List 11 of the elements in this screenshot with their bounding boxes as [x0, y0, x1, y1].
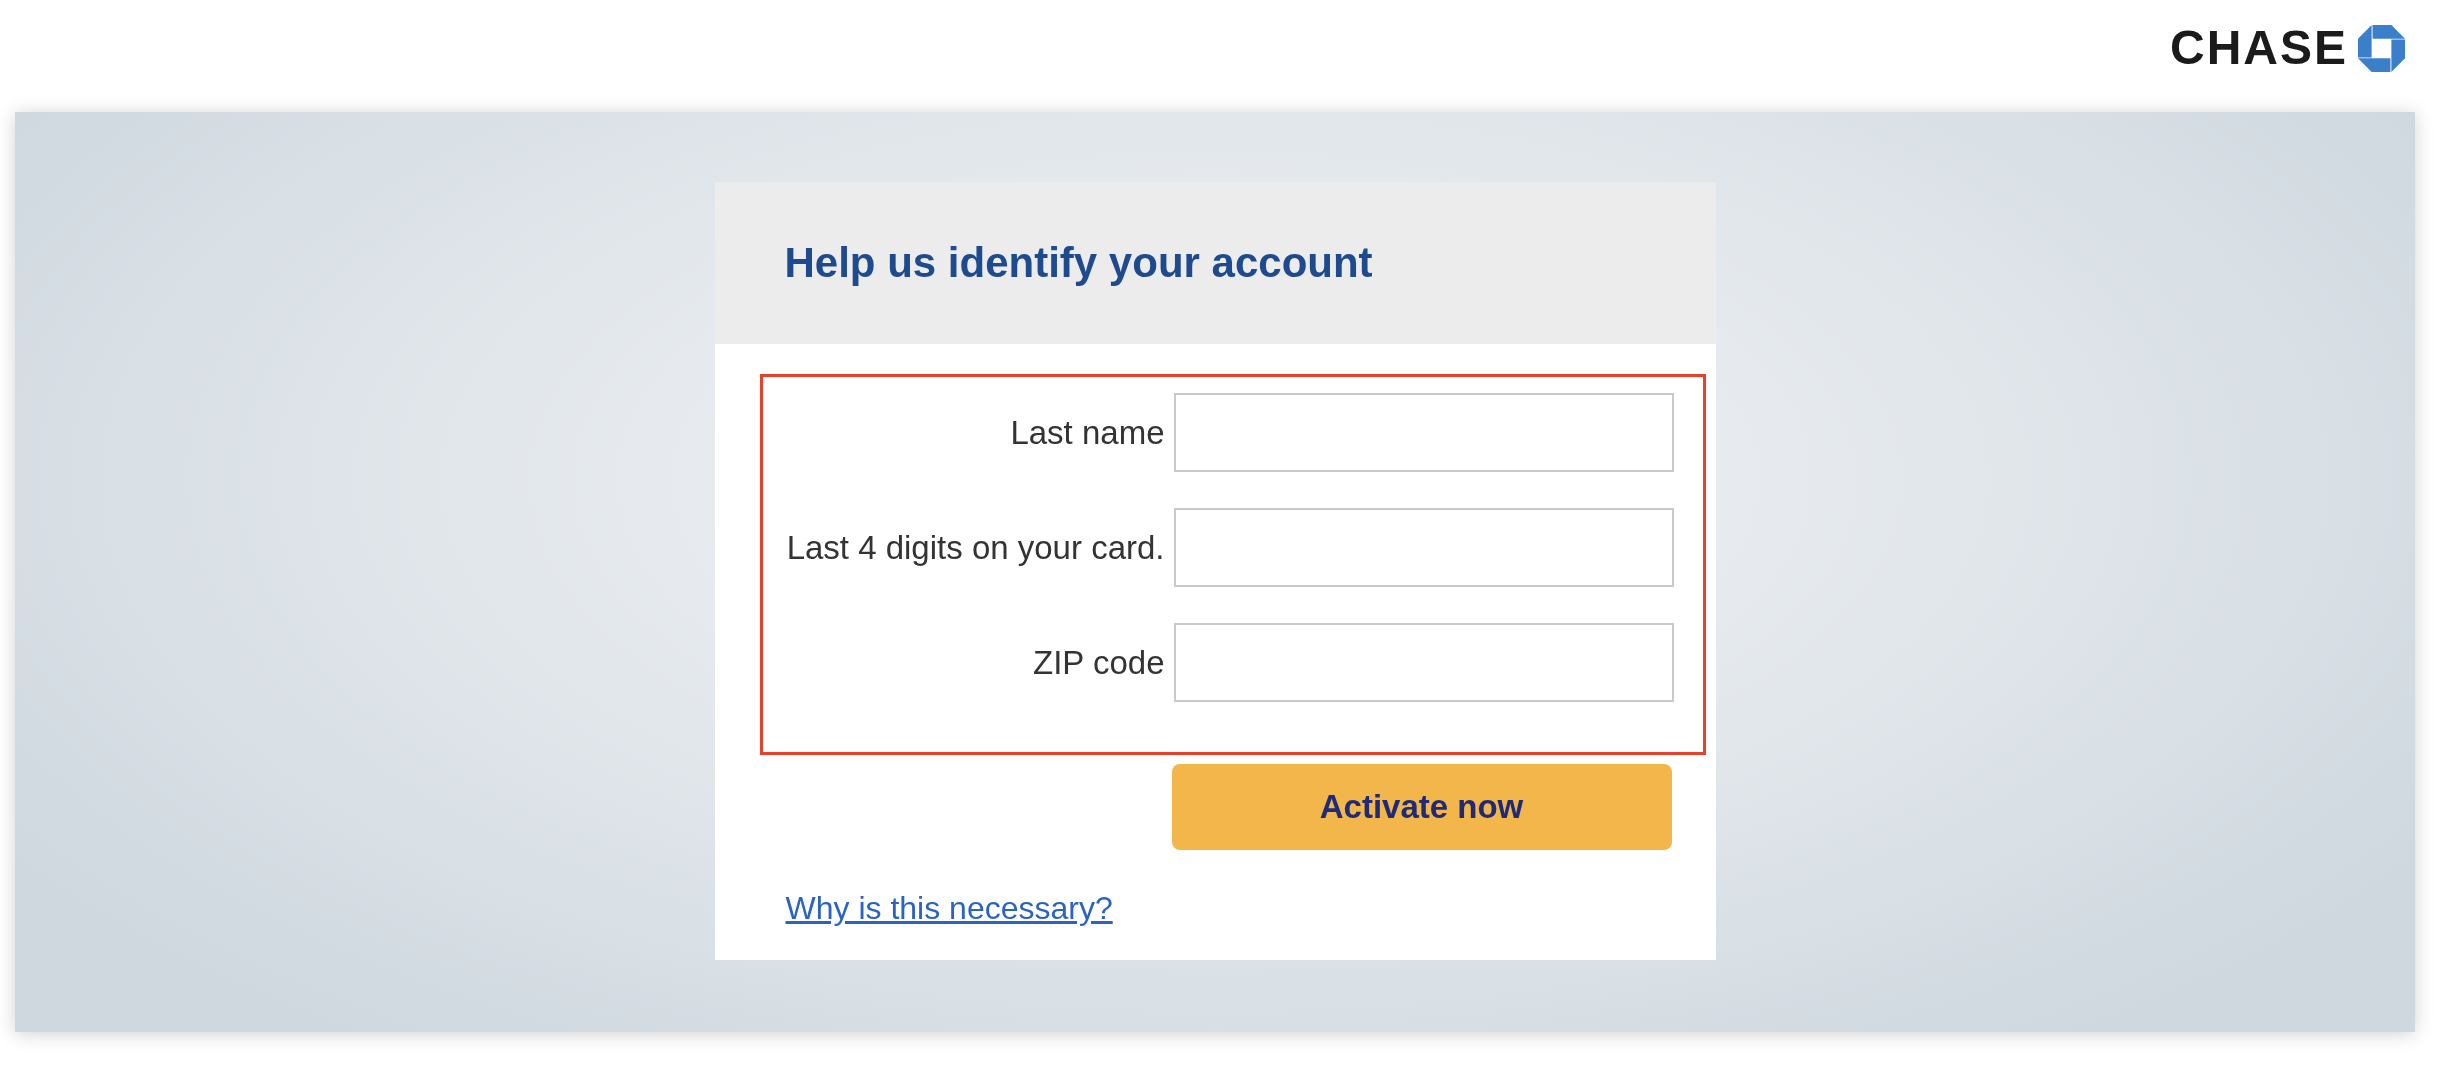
activate-button[interactable]: Activate now — [1171, 764, 1672, 850]
input-field[interactable] — [1173, 508, 1674, 587]
field-label: ZIP code — [1032, 643, 1165, 682]
help-link[interactable]: Why is this necessary? — [785, 890, 1113, 926]
input-field[interactable] — [1173, 623, 1674, 702]
card-title: Help us identify your account — [784, 237, 1373, 288]
logo-wordmark: CHASE — [2169, 24, 2348, 72]
input-field[interactable] — [1173, 393, 1674, 472]
octagon-icon — [2358, 24, 2405, 72]
field-label: Last 4 digits on your card. — [785, 528, 1165, 567]
field-label: Last name — [1009, 413, 1165, 452]
